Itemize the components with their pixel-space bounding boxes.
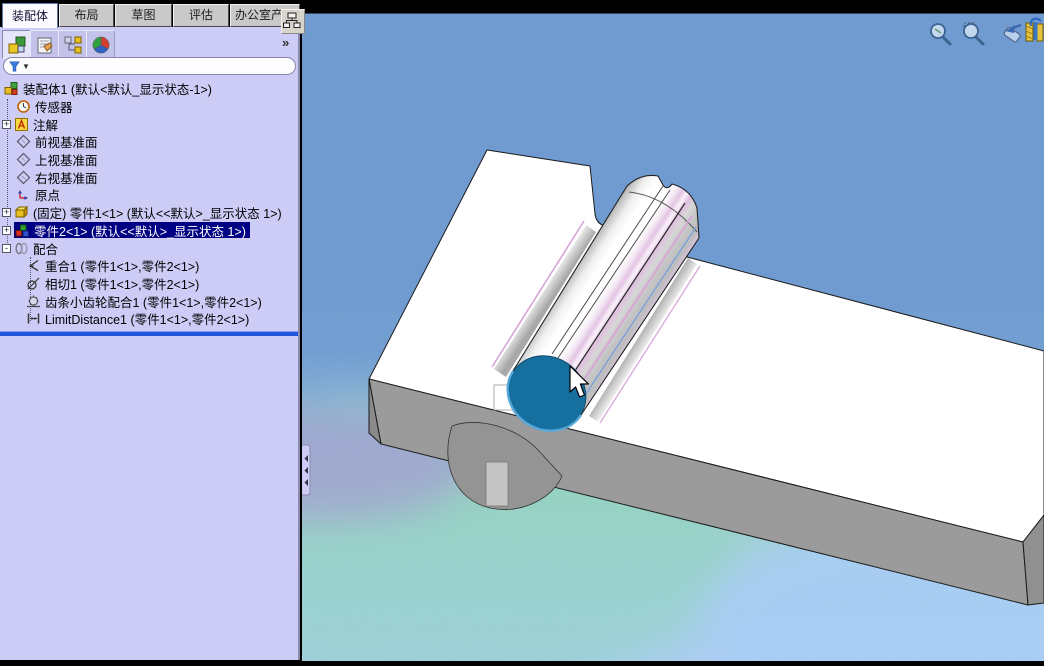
tree-item-mates[interactable]: - 配合 [0,239,298,257]
tree-item-label: LimitDistance1 (零件1<1>,零件2<1>) [45,313,250,328]
pocket-step-face [485,461,509,507]
rollback-bar[interactable] [0,331,298,336]
tab-property-manager[interactable] [30,30,59,59]
tree-item-limitdistance1[interactable]: LimitDistance1 (零件1<1>,零件2<1>) [0,310,298,328]
limit-distance-mate-icon [27,313,40,324]
solidworks-window: 装配体 布局 草图 评估 办公室产品 » ▼ 装配体1 (默认<默认_显示状态-… [0,0,1044,666]
tree-item-front-plane[interactable]: 前视基准面 [0,133,298,151]
tree-item-rack-pinion1[interactable]: 齿条小齿轮配合1 (零件1<1>,零件2<1>) [0,292,298,310]
tree-item-label: 重合1 (零件1<1>,零件2<1>) [45,260,200,275]
origin-icon [18,190,28,201]
tree-item-label: (固定) 零件1<1> (默认<<默认>_显示状态 1>) [33,207,282,222]
section-block-icon [1036,23,1044,42]
expand-toggle[interactable]: - [2,243,11,253]
tree-item-tangent1[interactable]: 相切1 (零件1<1>,零件2<1>) [0,275,298,293]
tree-item-label: 传感器 [35,101,73,116]
display-manager-icon [92,36,109,53]
panel-splitter-handle[interactable] [298,444,311,496]
display-pane-toggle-button[interactable] [281,9,305,34]
tab-layout[interactable]: 布局 [59,4,114,27]
panel-overflow-chevron[interactable]: » [282,35,289,50]
selected-row-highlight: 零件2<1> (默认<<默认>_显示状态 1>) [14,222,250,239]
tree-item-label: 齿条小齿轮配合1 (零件1<1>,零件2<1>) [45,295,262,310]
configuration-manager-icon [64,36,81,53]
tree-item-top-plane[interactable]: 上视基准面 [0,151,298,169]
tree-item-label: 配合 [33,242,59,257]
tree-item-label: 注解 [33,118,59,133]
part1-icon [14,205,29,219]
coincident-mate-icon [28,260,39,272]
tree-item-label: 零件2<1> (默认<<默认>_显示状态 1>) [34,224,246,239]
tree-item-assembly1[interactable]: 装配体1 (默认<默认_显示状态-1>) [0,80,298,98]
plane-icon [16,170,31,185]
tree-item-coincident1[interactable]: 重合1 (零件1<1>,零件2<1>) [0,257,298,275]
graphics-area[interactable] [142,14,1044,666]
tree-item-right-plane[interactable]: 右视基准面 [0,168,298,186]
annotations-icon [15,117,28,131]
plane-icon [16,152,31,167]
tab-featuremanager-tree[interactable] [2,30,31,59]
expand-toggle[interactable]: + [2,119,11,129]
tree-item-part1[interactable]: + (固定) 零件1<1> (默认<<默认>_显示状态 1>) [0,204,298,222]
mates-icon [15,242,28,254]
featuremanager-panel: » ▼ 装配体1 (默认<默认_显示状态-1>) 传感器 + 注解 前视基准面 … [0,27,300,660]
rack-pinion-mate-icon [27,295,40,307]
part2-icon [15,224,29,237]
tree-item-label: 相切1 (零件1<1>,零件2<1>) [45,277,200,292]
section-plane-icon [1033,22,1038,40]
viewport-3d[interactable] [142,13,1044,666]
filter-dropdown-caret[interactable]: ▼ [22,62,30,71]
sensors-icon [17,100,30,113]
tab-evaluate[interactable]: 评估 [173,4,229,27]
org-chart-icon [283,12,301,28]
tree-filter-box: ▼ [3,57,296,75]
tree-item-label: 右视基准面 [35,171,98,186]
tab-assembly[interactable]: 装配体 [2,3,58,28]
tab-sketch[interactable]: 草图 [115,4,172,27]
tree-item-sensors[interactable]: 传感器 [0,98,298,116]
tree-item-annotations[interactable]: + 注解 [0,115,298,133]
tab-configuration-manager[interactable] [58,30,87,59]
feature-tree: 装配体1 (默认<默认_显示状态-1>) 传感器 + 注解 前视基准面 上视基准… [0,80,298,328]
tab-display-manager[interactable] [86,30,115,59]
expand-toggle[interactable]: + [2,225,11,235]
tangent-mate-icon [27,277,40,290]
tree-item-part2-selected[interactable]: + 零件2<1> (默认<<默认>_显示状态 1>) [0,222,298,240]
assembly-icon [4,82,18,96]
property-manager-icon [37,37,53,53]
featuremanager-tree-icon [8,36,25,53]
tree-item-origin[interactable]: 原点 [0,186,298,204]
tree-item-label: 前视基准面 [35,136,98,151]
tree-item-label: 原点 [35,189,61,204]
tree-item-label: 上视基准面 [35,154,98,169]
expand-toggle[interactable]: + [2,208,11,218]
tree-item-label: 装配体1 (默认<默认_显示状态-1>) [23,83,212,98]
plane-icon [16,135,31,149]
filter-funnel-icon [9,61,20,71]
tree-filter-input[interactable] [29,58,295,74]
